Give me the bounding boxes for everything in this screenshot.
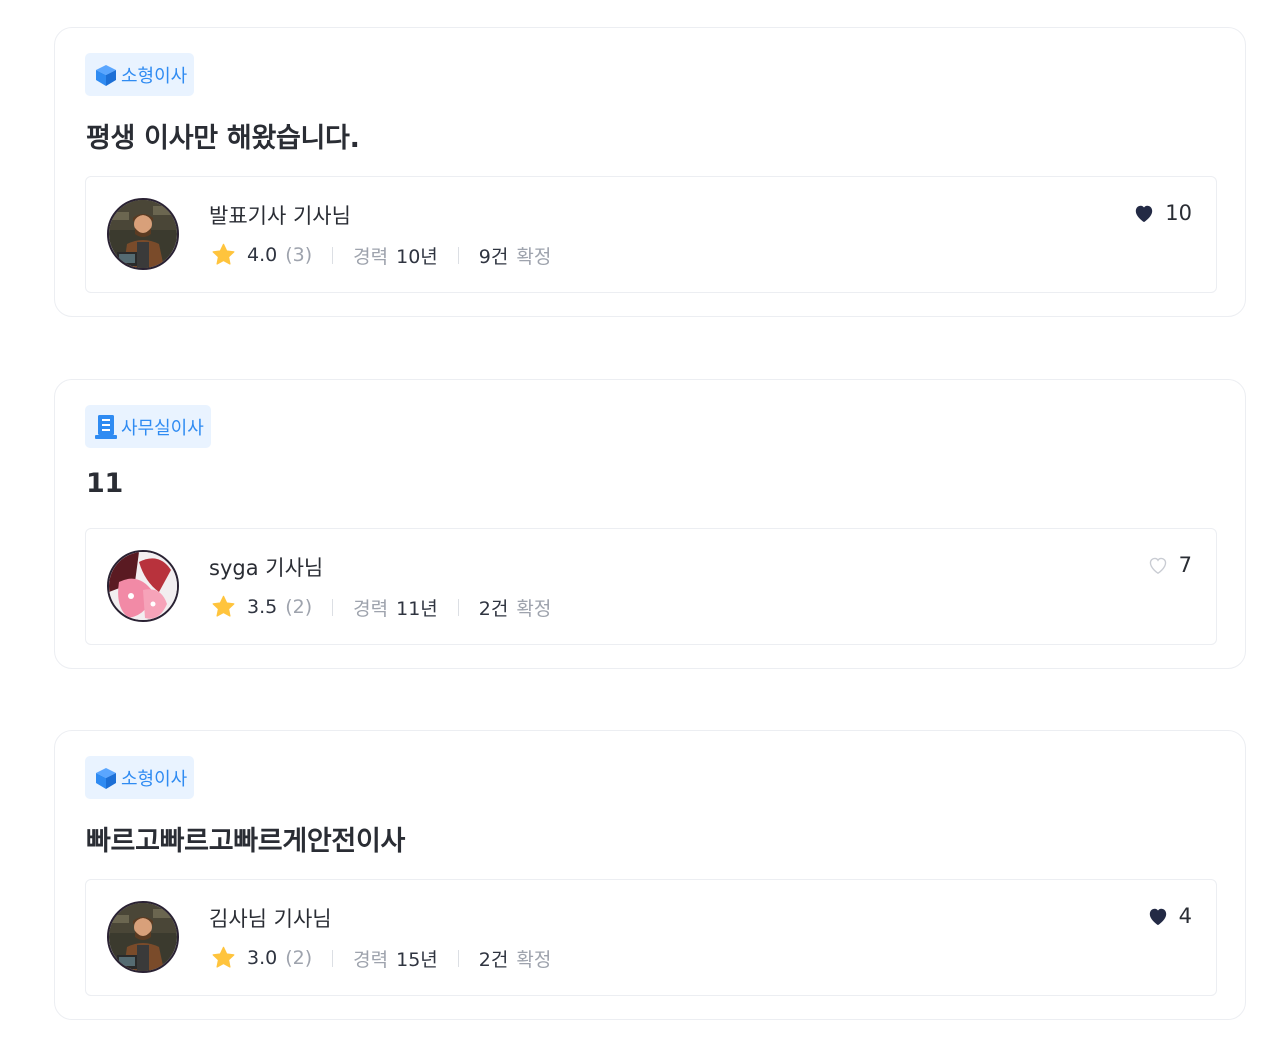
category-label: 소형이사 [121, 65, 188, 87]
cube-icon [96, 64, 116, 86]
driver-stats: 3.0 (2) 경력 15년 2건 확정 [210, 943, 551, 973]
avatar [107, 550, 179, 622]
driver-info-box[interactable]: syga 기사님 3.5 (2) 경력 11년 2건 확정 7 [85, 528, 1217, 645]
post-card[interactable]: 소형이사 평생 이사만 해왔습니다. 발표기사 기사님 4.0 (3) 경력 1… [54, 27, 1246, 317]
divider [332, 246, 334, 264]
like-count: 4 [1178, 904, 1192, 928]
category-tag: 소형이사 [85, 53, 195, 96]
post-title: 11 [86, 468, 123, 499]
post-title: 빠르고빠르고빠르게안전이사 [86, 826, 406, 857]
confirmed-count: 2건 [478, 597, 509, 620]
post-card[interactable]: 사무실이사 11 syga 기사님 3.5 (2) 경력 11년 2건 확정 7 [54, 379, 1246, 669]
divider [332, 598, 334, 616]
avatar [107, 901, 179, 973]
confirmed-count: 2건 [478, 948, 509, 971]
heart-filled-icon [1136, 205, 1153, 223]
post-card[interactable]: 소형이사 빠르고빠르고빠르게안전이사 김사님 기사님 3.0 (2) 경력 15… [54, 730, 1246, 1020]
rating-value: 3.5 [247, 596, 278, 618]
divider [457, 598, 459, 616]
star-icon [212, 243, 235, 265]
star-icon [212, 946, 235, 968]
career-value: 10년 [396, 245, 438, 268]
category-label: 사무실이사 [121, 417, 204, 439]
driver-name: syga 기사님 [209, 556, 324, 580]
confirmed-count: 9건 [478, 245, 509, 268]
driver-stats: 4.0 (3) 경력 10년 9건 확정 [210, 240, 551, 270]
driver-info-box[interactable]: 발표기사 기사님 4.0 (3) 경력 10년 9건 확정 10 [85, 176, 1217, 293]
confirmed-label: 확정 [516, 245, 552, 268]
category-tag: 소형이사 [85, 756, 195, 799]
like-button[interactable]: 7 [1147, 553, 1192, 577]
category-tag: 사무실이사 [85, 405, 211, 448]
rating-value: 4.0 [247, 244, 278, 266]
heart-outline-icon [1149, 557, 1166, 574]
career-label: 경력 [353, 948, 389, 971]
like-count: 7 [1178, 553, 1192, 577]
rating-value: 3.0 [247, 947, 278, 969]
career-value: 15년 [396, 948, 438, 971]
category-label: 소형이사 [121, 768, 188, 790]
confirmed-label: 확정 [516, 948, 552, 971]
avatar [107, 198, 179, 270]
divider [457, 246, 459, 264]
like-button[interactable]: 10 [1133, 201, 1192, 225]
driver-post-list: 소형이사 평생 이사만 해왔습니다. 발표기사 기사님 4.0 (3) 경력 1… [0, 0, 1273, 1040]
driver-info-box[interactable]: 김사님 기사님 3.0 (2) 경력 15년 2건 확정 4 [85, 879, 1217, 996]
cube-icon [96, 767, 116, 789]
driver-name: 발표기사 기사님 [209, 204, 351, 228]
post-title: 평생 이사만 해왔습니다. [86, 123, 360, 154]
like-button[interactable]: 4 [1147, 904, 1192, 928]
like-count: 10 [1165, 201, 1192, 225]
career-label: 경력 [353, 245, 389, 268]
career-value: 11년 [396, 597, 438, 620]
review-count: (3) [285, 244, 313, 266]
divider [457, 949, 459, 967]
review-count: (2) [285, 596, 313, 618]
review-count: (2) [285, 947, 313, 969]
driver-stats: 3.5 (2) 경력 11년 2건 확정 [210, 592, 551, 622]
building-icon [95, 414, 117, 439]
heart-filled-icon [1149, 908, 1166, 926]
divider [332, 949, 334, 967]
career-label: 경력 [353, 597, 389, 620]
driver-name: 김사님 기사님 [209, 907, 332, 931]
star-icon [212, 595, 235, 617]
confirmed-label: 확정 [516, 597, 552, 620]
